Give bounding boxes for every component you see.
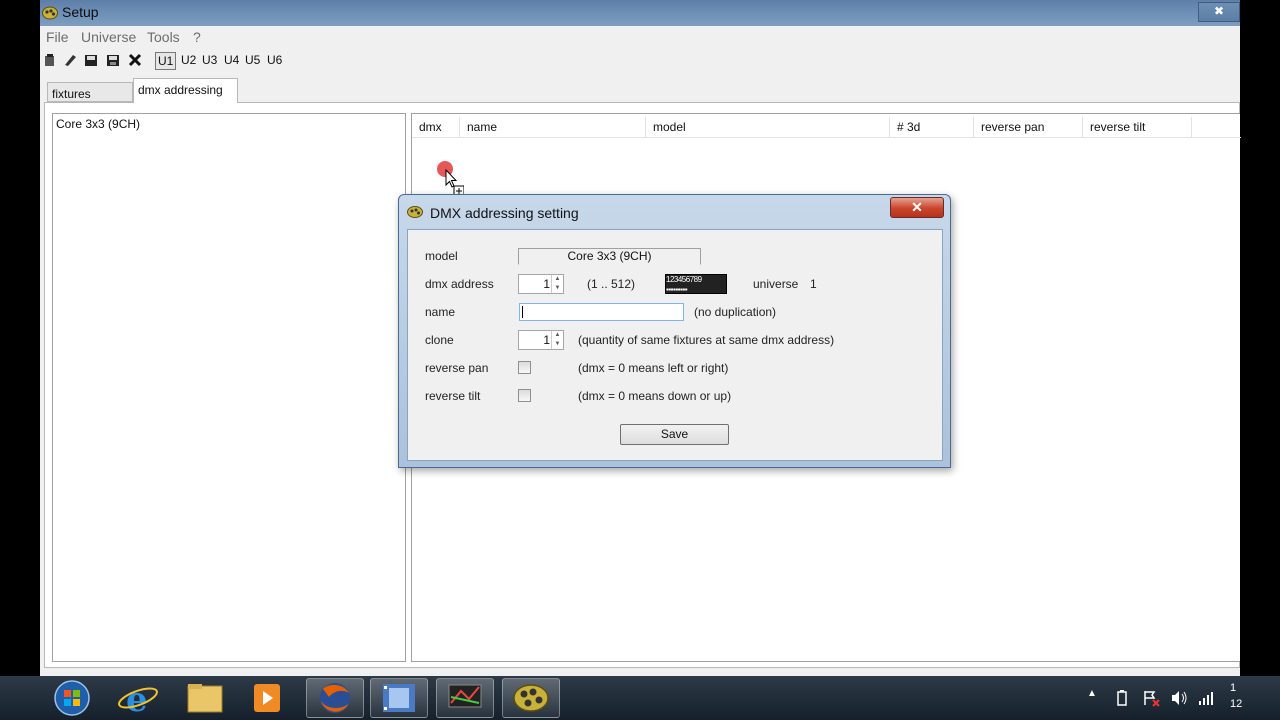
universe-u1-button[interactable]: U1 <box>155 52 177 70</box>
tray-expand-icon[interactable]: ▲ <box>1087 688 1097 699</box>
clone-value: 1 <box>543 333 550 347</box>
app-logo-icon <box>407 206 423 218</box>
dialog-title: DMX addressing setting <box>430 205 579 221</box>
universe-u5-button[interactable]: U5 <box>243 52 262 68</box>
column-header-3d[interactable]: # 3d <box>890 117 974 137</box>
explorer-icon[interactable] <box>176 678 234 718</box>
display-icon <box>448 684 482 708</box>
dialog-close-button[interactable]: ✕ <box>890 197 944 218</box>
universe-u4-button[interactable]: U4 <box>222 52 241 68</box>
lighting-app-icon <box>513 684 549 712</box>
column-header-reverse-pan[interactable]: reverse pan <box>974 117 1083 137</box>
column-header-model[interactable]: model <box>646 117 890 137</box>
svg-text:e: e <box>126 680 148 718</box>
reverse-tilt-checkbox[interactable] <box>518 389 531 402</box>
reverse-tilt-label: reverse tilt <box>425 389 481 403</box>
dialog-body: model Core 3x3 (9CH) dmx address 1 ▲ ▼ (1… <box>407 229 943 461</box>
clock[interactable]: 1 12 <box>1230 680 1242 712</box>
save-button[interactable]: Save <box>620 424 729 445</box>
menu-universe[interactable]: Universe <box>81 29 136 45</box>
list-item[interactable]: Core 3x3 (9CH) <box>56 117 140 131</box>
name-label: name <box>425 305 456 319</box>
tab-label: dmx addressing <box>138 83 223 97</box>
new-file-icon[interactable] <box>43 53 57 67</box>
universe-value: 1 <box>810 277 817 291</box>
clone-label: clone <box>425 333 454 347</box>
firefox-taskbar-button[interactable] <box>306 678 364 718</box>
universe-u6-button[interactable]: U6 <box>265 52 284 68</box>
taskbar: e ▲ 1 12 <box>0 676 1280 720</box>
column-header-name[interactable]: name <box>460 117 646 137</box>
delete-icon[interactable] <box>128 53 142 67</box>
column-header-dmx[interactable]: dmx <box>412 117 460 137</box>
menu-bar: File Universe Tools ? <box>40 26 1240 48</box>
window-title: Setup <box>62 4 99 20</box>
dmx-address-value: 1 <box>543 277 550 291</box>
open-icon[interactable] <box>84 53 98 67</box>
universe-label: universe <box>753 277 799 291</box>
model-label: model <box>425 249 458 263</box>
dip-switch-digits: 123456789 <box>666 275 702 284</box>
media-player-icon[interactable] <box>238 678 296 718</box>
dip-switch-pins: ▪▪▪▪▪▪▪▪▪ <box>666 285 688 294</box>
grid-header: dmx name model # 3d reverse pan reverse … <box>412 117 1241 138</box>
toolbar: U1 U2 U3 U4 U5 U6 <box>40 50 1240 72</box>
dmx-addressing-dialog: DMX addressing setting ✕ model Core 3x3 … <box>398 194 951 468</box>
edit-icon[interactable] <box>63 53 77 67</box>
name-hint: (no duplication) <box>694 305 777 319</box>
display-taskbar-button[interactable] <box>436 678 494 718</box>
dmx-range-hint: (1 .. 512) <box>587 277 636 291</box>
menu-file[interactable]: File <box>46 29 69 45</box>
stepper-arrows-icon[interactable]: ▲ ▼ <box>551 275 563 293</box>
internet-explorer-icon[interactable]: e <box>110 678 168 718</box>
menu-tools[interactable]: Tools <box>147 29 180 45</box>
model-field: Core 3x3 (9CH) <box>518 248 701 265</box>
network-icon[interactable] <box>1198 690 1214 706</box>
clone-stepper[interactable]: 1 ▲ ▼ <box>518 330 564 350</box>
title-bar[interactable]: Setup ✖ <box>40 0 1240 26</box>
start-orb-icon[interactable] <box>44 678 100 718</box>
video-editor-taskbar-button[interactable] <box>370 678 428 718</box>
tab-dmx-addressing[interactable]: dmx addressing <box>133 78 238 103</box>
tab-fixtures-setting[interactable]: fixtures setting <box>47 82 133 115</box>
fixture-list: Core 3x3 (9CH) <box>52 113 406 662</box>
firefox-icon <box>320 683 350 713</box>
clone-hint: (quantity of same fixtures at same dmx a… <box>578 333 835 347</box>
reverse-pan-hint: (dmx = 0 means left or right) <box>578 361 729 375</box>
action-center-icon[interactable] <box>1142 689 1160 707</box>
menu-help[interactable]: ? <box>193 29 201 45</box>
reverse-pan-checkbox[interactable] <box>518 361 531 374</box>
dmx-address-stepper[interactable]: 1 ▲ ▼ <box>518 274 564 294</box>
text-caret <box>522 306 523 318</box>
volume-icon[interactable] <box>1170 690 1188 706</box>
tab-strip: fixtures setting dmx addressing <box>40 78 1240 115</box>
save-icon[interactable] <box>106 53 120 67</box>
dmx-address-label: dmx address <box>425 277 494 291</box>
universe-u2-button[interactable]: U2 <box>179 52 198 68</box>
stepper-arrows-icon[interactable]: ▲ ▼ <box>551 331 563 349</box>
close-icon: ✖ <box>1213 4 1225 18</box>
reverse-pan-label: reverse pan <box>425 361 489 375</box>
name-input[interactable] <box>519 303 684 321</box>
column-header-reverse-tilt[interactable]: reverse tilt <box>1083 117 1192 137</box>
universe-u3-button[interactable]: U3 <box>200 52 219 68</box>
dip-switch-display: 123456789 ▪▪▪▪▪▪▪▪▪ <box>665 274 727 294</box>
window-close-button[interactable]: ✖ <box>1198 2 1240 22</box>
video-editor-icon <box>383 684 415 712</box>
app-logo-icon <box>42 6 58 20</box>
lighting-app-taskbar-button[interactable] <box>502 678 560 718</box>
power-icon[interactable] <box>1114 689 1130 707</box>
reverse-tilt-hint: (dmx = 0 means down or up) <box>578 389 732 403</box>
close-icon: ✕ <box>911 199 923 215</box>
